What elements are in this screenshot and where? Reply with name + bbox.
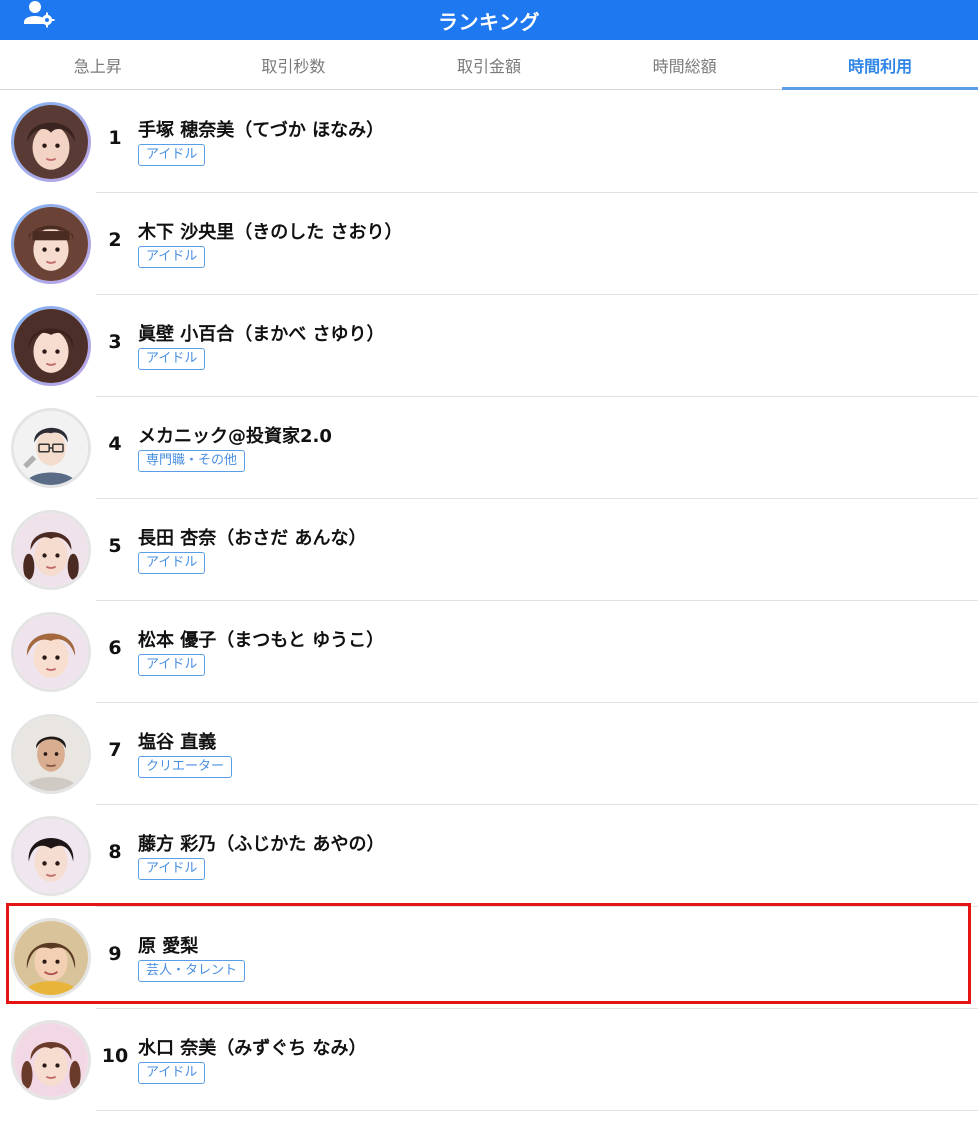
- rank-number: 10: [101, 1045, 129, 1067]
- tab-trending[interactable]: 急上昇: [0, 40, 196, 89]
- tab-trade-amount[interactable]: 取引金額: [391, 40, 587, 89]
- rank-number: 8: [108, 841, 122, 863]
- ranking-row[interactable]: 5 長田 杏奈（おさだ あんな） アイドル: [0, 499, 978, 601]
- user-name: 眞壁 小百合（まかべ さゆり）: [138, 324, 385, 345]
- category-tag: 専門職・その他: [138, 450, 246, 472]
- ranking-tabs: 急上昇 取引秒数 取引金額 時間総額 時間利用: [0, 40, 978, 90]
- idol-photo-avatar: [11, 612, 91, 692]
- tab-time-total[interactable]: 時間総額: [587, 40, 783, 89]
- idol-photo-avatar: [11, 102, 91, 182]
- rank-number: 3: [108, 331, 122, 353]
- illustrated-man-avatar: [11, 408, 91, 488]
- ranking-list: 1 手塚 穂奈美（てづか ほなみ） アイドル 2 木下 沙央里（きのした さおり…: [0, 91, 978, 1111]
- category-tag: アイドル: [138, 654, 206, 676]
- idol-photo-avatar: [11, 306, 91, 386]
- ranking-row[interactable]: 6 松本 優子（まつもと ゆうこ） アイドル: [0, 601, 978, 703]
- user-name: 長田 杏奈（おさだ あんな）: [138, 528, 367, 549]
- category-tag: アイドル: [138, 552, 206, 574]
- woman-photo-avatar: [11, 918, 91, 998]
- ranking-row[interactable]: 10 水口 奈美（みずぐち なみ） アイドル: [0, 1009, 978, 1111]
- ranking-row[interactable]: 4 メカニック@投資家2.0 専門職・その他: [0, 397, 978, 499]
- category-tag: アイドル: [138, 144, 206, 166]
- category-tag: アイドル: [138, 858, 206, 880]
- ranking-row[interactable]: 3 眞壁 小百合（まかべ さゆり） アイドル: [0, 295, 978, 397]
- category-tag: 芸人・タレント: [138, 960, 246, 982]
- idol-photo-avatar: [11, 204, 91, 284]
- rank-number: 7: [108, 739, 122, 761]
- rank-number: 9: [108, 943, 122, 965]
- user-name: 塩谷 直義: [138, 732, 217, 753]
- ranking-row[interactable]: 2 木下 沙央里（きのした さおり） アイドル: [0, 193, 978, 295]
- category-tag: アイドル: [138, 1062, 206, 1084]
- idol-photo-avatar: [11, 816, 91, 896]
- idol-photo-avatar: [11, 510, 91, 590]
- man-photo-avatar: [11, 714, 91, 794]
- user-name: 藤方 彩乃（ふじかた あやの）: [138, 834, 385, 855]
- app-header: ランキング: [0, 0, 978, 40]
- rank-number: 5: [108, 535, 122, 557]
- ranking-row[interactable]: 7 塩谷 直義 クリエーター: [0, 703, 978, 805]
- tab-trade-seconds[interactable]: 取引秒数: [196, 40, 392, 89]
- user-settings-icon[interactable]: [22, 0, 58, 30]
- idol-photo-avatar: [11, 1020, 91, 1100]
- ranking-screen: ランキング 急上昇 取引秒数 取引金額 時間総額 時間利用 1 手塚 穂奈美（て…: [0, 0, 978, 1125]
- user-name: 原 愛梨: [138, 936, 199, 957]
- user-name: 木下 沙央里（きのした さおり）: [138, 222, 403, 243]
- ranking-row[interactable]: 9 原 愛梨 芸人・タレント: [0, 907, 978, 1009]
- user-name: 手塚 穂奈美（てづか ほなみ）: [138, 120, 385, 141]
- tab-time-usage[interactable]: 時間利用: [782, 40, 978, 90]
- rank-number: 1: [108, 127, 122, 149]
- user-name: 水口 奈美（みずぐち なみ）: [138, 1038, 367, 1059]
- category-tag: アイドル: [138, 246, 206, 268]
- category-tag: アイドル: [138, 348, 206, 370]
- rank-number: 6: [108, 637, 122, 659]
- ranking-row[interactable]: 1 手塚 穂奈美（てづか ほなみ） アイドル: [0, 91, 978, 193]
- rank-number: 4: [108, 433, 122, 455]
- user-name: メカニック@投資家2.0: [138, 426, 332, 447]
- category-tag: クリエーター: [138, 756, 233, 778]
- rank-number: 2: [108, 229, 122, 251]
- user-name: 松本 優子（まつもと ゆうこ）: [138, 630, 385, 651]
- page-title: ランキング: [438, 9, 540, 34]
- ranking-row[interactable]: 8 藤方 彩乃（ふじかた あやの） アイドル: [0, 805, 978, 907]
